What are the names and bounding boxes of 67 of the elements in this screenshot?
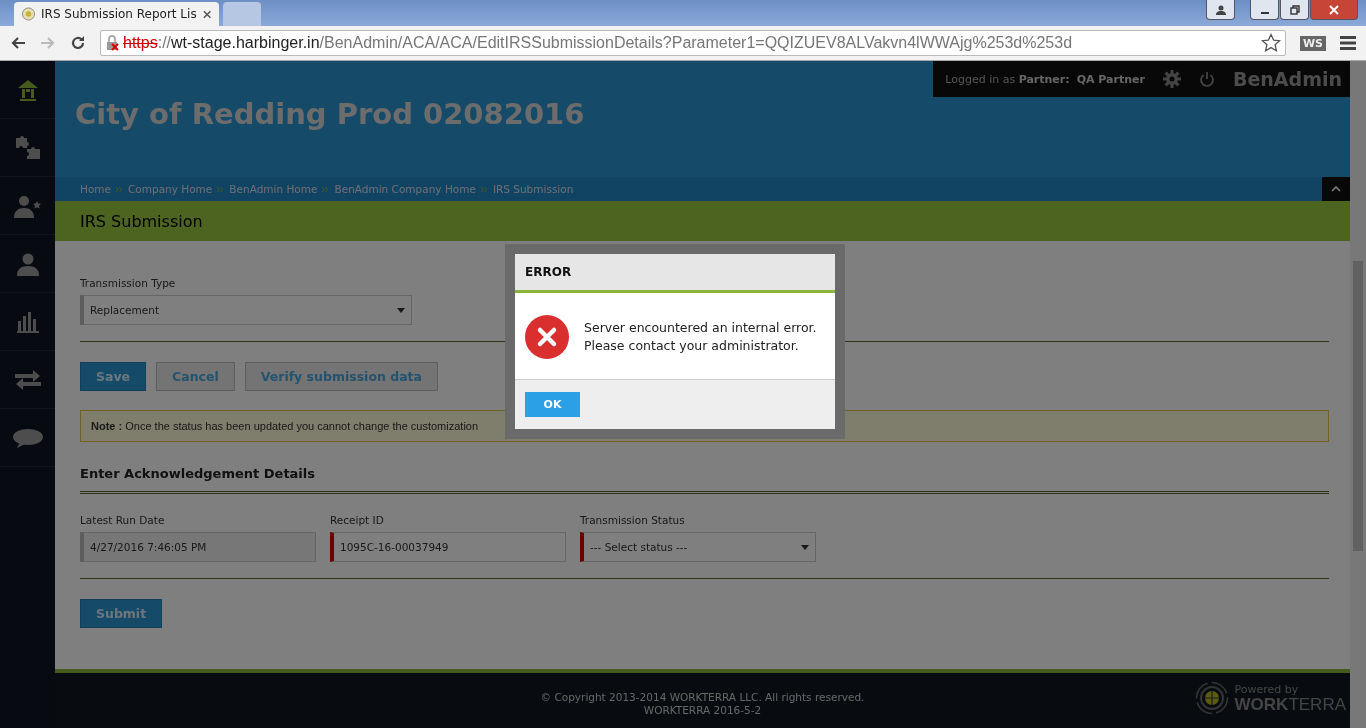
powered-by-text: Powered by xyxy=(1234,683,1300,696)
collapse-button[interactable] xyxy=(1322,177,1350,201)
browser-tab[interactable]: IRS Submission Report Lis xyxy=(14,2,219,26)
restore-button[interactable] xyxy=(1280,0,1309,20)
breadcrumb-link[interactable]: IRS Submission xyxy=(492,183,574,195)
chevron-icon xyxy=(116,185,123,193)
transmission-type-dropdown[interactable]: Replacement xyxy=(80,295,412,325)
receipt-id-field[interactable]: 1095C-16-00037949 xyxy=(330,532,566,562)
power-icon[interactable] xyxy=(1198,71,1215,87)
settings-icon[interactable] xyxy=(1162,70,1181,88)
puzzle-icon xyxy=(13,134,42,161)
close-icon xyxy=(1329,4,1339,15)
breadcrumb-link[interactable]: Home xyxy=(80,183,111,195)
dialog-title: ERROR xyxy=(525,265,572,279)
app-name: BenAdmin xyxy=(1232,68,1342,90)
user-star-icon xyxy=(13,193,42,218)
note-text: Note : Once the status has been updated you cannot change the customization xyxy=(91,420,479,432)
speech-bubble-icon xyxy=(11,427,44,448)
field-label: Receipt ID xyxy=(330,514,385,526)
target-logo-icon xyxy=(1194,681,1229,715)
page-title: IRS Submission xyxy=(80,211,203,231)
action-button[interactable]: Verify submission data xyxy=(244,362,438,391)
chevron-icon xyxy=(322,185,330,193)
address-field[interactable]: https://wt-stage.harbinger.in/BenAdmin/ACA/ACA/EditIRSSubmissionDetails?Parameter1=QQIZUEV8ALVakvn4lWWAjg%253d%253d xyxy=(100,30,1286,56)
profile-button[interactable] xyxy=(1206,0,1235,20)
caret-down-icon xyxy=(397,307,405,313)
date-field: 4/27/2016 7:46:05 PM xyxy=(80,532,316,562)
action-button[interactable]: Cancel xyxy=(156,362,235,391)
login-status: Logged in as Partner: QA Partner xyxy=(945,72,1145,86)
restore-icon xyxy=(1289,4,1300,15)
extension-icon[interactable]: WS xyxy=(1299,35,1326,51)
star-icon[interactable] xyxy=(1260,33,1281,53)
chevron-icon xyxy=(480,185,488,193)
error-icon xyxy=(525,315,569,359)
field-label: Transmission Type xyxy=(80,277,176,289)
chevron-icon xyxy=(217,185,225,193)
close-window-button[interactable] xyxy=(1310,0,1358,20)
brand-name: WORKTERRA xyxy=(1234,696,1346,713)
status-dropdown[interactable]: --- Select status --- xyxy=(580,532,816,562)
favicon-icon xyxy=(22,7,35,21)
action-button[interactable]: Save xyxy=(80,362,147,391)
back-icon[interactable] xyxy=(10,35,26,51)
caret-down-icon xyxy=(801,544,809,550)
forward-icon[interactable] xyxy=(40,35,56,51)
breadcrumb-link[interactable]: Company Home xyxy=(128,183,213,195)
field-label: Transmission Status xyxy=(580,514,686,526)
person-icon xyxy=(1214,3,1227,16)
menu-icon[interactable] xyxy=(1340,36,1356,50)
transfer-arrows-icon xyxy=(14,368,41,391)
minimize-button[interactable] xyxy=(1250,0,1279,20)
minimize-icon xyxy=(1260,11,1269,14)
section-title: Enter Acknowledgement Details xyxy=(80,466,315,481)
breadcrumb-link[interactable]: BenAdmin Home xyxy=(229,183,318,195)
version-text: WORKTERRA 2016-5-2 xyxy=(643,704,762,716)
field-label: Latest Run Date xyxy=(80,514,166,526)
user-icon xyxy=(15,251,40,276)
bar-chart-icon xyxy=(16,310,39,333)
caret-up-icon xyxy=(1331,186,1341,192)
error-message: Server encountered an internal error. Please contact your administrator. xyxy=(584,318,817,355)
copyright-text: © Copyright 2013-2014 WORKTERRA LLC. All rights reserved. xyxy=(540,691,865,703)
ok-button[interactable]: OK xyxy=(525,392,580,417)
submit-button[interactable]: Submit xyxy=(80,599,163,628)
close-icon[interactable] xyxy=(202,9,211,19)
scrollbar[interactable] xyxy=(1350,61,1366,728)
reload-icon[interactable] xyxy=(70,35,86,51)
breadcrumb-link[interactable]: BenAdmin Company Home xyxy=(334,183,476,195)
company-title: City of Redding Prod 02082016 xyxy=(75,97,585,131)
